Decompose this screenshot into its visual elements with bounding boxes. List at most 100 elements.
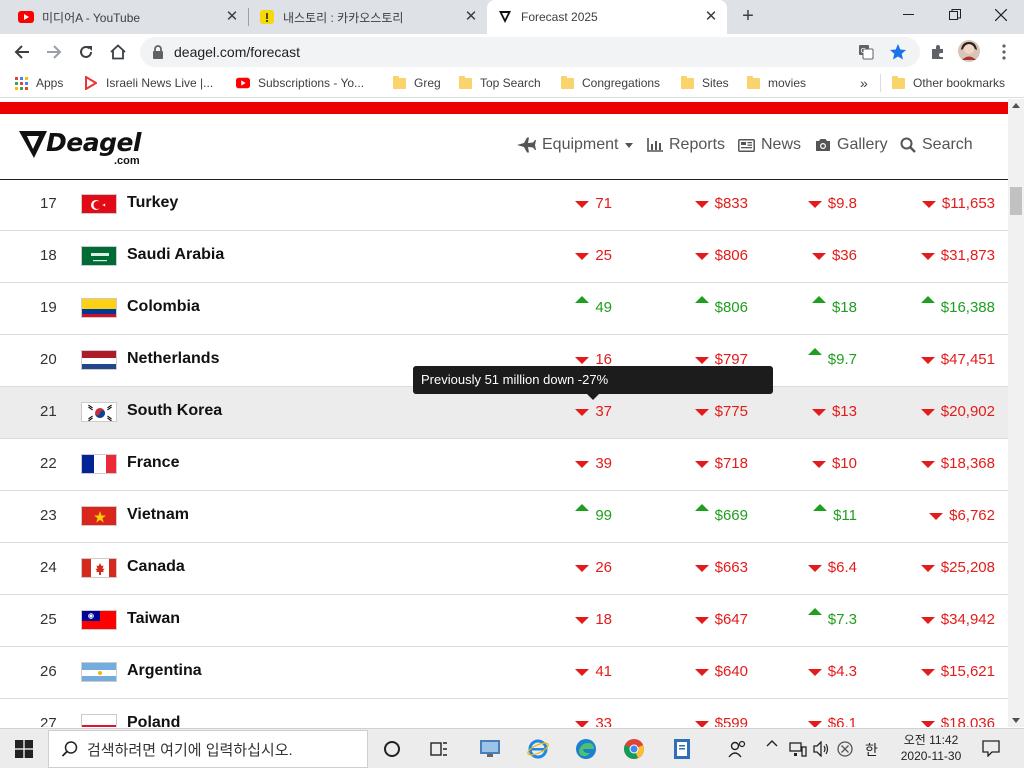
forecast-value[interactable]: $718 [694,455,748,472]
bookmark-folder-sites[interactable]: Sites [680,75,729,90]
bookmark-apps[interactable]: Apps [14,76,63,90]
forecast-value[interactable]: $25,208 [920,559,995,576]
chrome-menu-icon[interactable] [994,42,1014,62]
menu-equipment[interactable]: Equipment [516,136,633,154]
country-link[interactable]: Canada [127,558,185,576]
country-link[interactable]: South Korea [127,402,222,420]
forecast-value[interactable]: $6.1 [807,715,857,727]
table-row[interactable]: 24 Canada 26 $663 $6.4 $25,208 [0,543,1008,595]
tab-kakaostory[interactable]: 내스토리 : 카카오스토리 ✕ [249,0,487,34]
forecast-value[interactable]: $6,762 [929,507,995,524]
people-button[interactable] [724,735,752,763]
forecast-value[interactable]: $34,942 [920,611,995,628]
task-view-button[interactable] [426,735,454,763]
scroll-down-arrow[interactable] [1012,718,1020,723]
table-row[interactable]: 17 Turkey 71 $833 $9.8 $11,653 [0,179,1008,231]
network-icon[interactable] [789,741,807,757]
table-row[interactable]: 21 South Korea 37 $775 $13 $20,902 [0,387,1008,439]
tab-youtube[interactable]: 미디어A - YouTube ✕ [8,0,248,34]
taskbar-app-document[interactable] [668,735,696,763]
lock-icon[interactable] [152,45,164,64]
bookmark-star-icon[interactable] [888,42,908,62]
table-row[interactable]: 18 Saudi Arabia 25 $806 $36 $31,873 [0,231,1008,283]
table-row[interactable]: 26 Argentina 41 $640 $4.3 $15,621 [0,647,1008,699]
forecast-value[interactable]: 71 [575,195,612,212]
deagel-logo[interactable]: Deagel .com [18,129,142,167]
bookmark-folder-movies[interactable]: movies [746,75,806,90]
volume-icon[interactable] [813,741,831,757]
country-link[interactable]: Vietnam [127,506,189,524]
new-tab-button[interactable]: + [736,5,760,29]
menu-search[interactable]: Search [900,136,973,154]
forecast-value[interactable]: 18 [575,611,612,628]
forecast-value[interactable]: 99 [575,504,612,524]
forecast-value[interactable]: $11,653 [921,195,995,212]
forecast-value[interactable]: $9.8 [807,195,857,212]
back-button[interactable] [8,38,36,66]
address-bar[interactable]: deagel.com/forecast G [140,37,920,67]
minimize-button[interactable] [886,0,932,30]
taskbar-search-box[interactable]: 검색하려면 여기에 입력하십시오. [48,730,368,768]
bookmarks-overflow-button[interactable]: » [860,75,868,91]
extensions-icon[interactable] [928,42,948,62]
ime-indicator[interactable]: 한 [865,740,878,760]
forecast-value[interactable]: $6.4 [807,559,857,576]
forecast-value[interactable]: $775 [694,403,748,420]
table-row[interactable]: 23 Vietnam 99 $669 $11 $6,762 [0,491,1008,543]
bookmark-folder-top-search[interactable]: Top Search [458,75,541,90]
country-link[interactable]: Poland [127,714,180,727]
forecast-value[interactable]: $20,902 [920,403,995,420]
windows-start-button[interactable] [10,735,38,763]
forecast-value[interactable]: 41 [575,663,612,680]
bookmark-folder-greg[interactable]: Greg [392,75,441,90]
tab-forecast[interactable]: Forecast 2025 ✕ [487,0,727,34]
table-row[interactable]: 25 Taiwan 18 $647 $7.3 $34,942 [0,595,1008,647]
forecast-value[interactable]: 39 [575,455,612,472]
forward-button[interactable] [40,38,68,66]
profile-avatar[interactable] [958,40,980,62]
home-button[interactable] [104,38,132,66]
forecast-value[interactable]: $806 [694,247,748,264]
menu-gallery[interactable]: Gallery [815,136,888,154]
table-row[interactable]: 19 Colombia 49 $806 $18 $16,388 [0,283,1008,335]
forecast-value[interactable]: 26 [575,559,612,576]
restore-button[interactable] [932,0,978,30]
reload-button[interactable] [72,38,100,66]
forecast-value[interactable]: $669 [694,504,748,524]
country-link[interactable]: Netherlands [127,350,219,368]
forecast-value[interactable]: $7.3 [807,608,857,628]
forecast-value[interactable]: $18 [811,296,857,316]
notification-off-icon[interactable] [836,740,854,758]
close-tab-icon[interactable]: ✕ [463,9,479,25]
taskbar-internet-explorer[interactable] [524,735,552,763]
forecast-value[interactable]: $18,036 [920,715,995,727]
close-window-button[interactable] [978,0,1024,30]
cortana-button[interactable] [378,735,406,763]
forecast-value[interactable]: $16,388 [920,296,995,316]
scroll-up-arrow[interactable] [1012,103,1020,108]
table-row[interactable]: 22 France 39 $718 $10 $18,368 [0,439,1008,491]
scroll-thumb[interactable] [1010,187,1022,215]
taskbar-app-screen[interactable] [476,735,504,763]
tray-chevron-icon[interactable] [766,739,778,747]
forecast-value[interactable]: $663 [694,559,748,576]
country-link[interactable]: Turkey [127,194,178,212]
forecast-value[interactable]: $599 [694,715,748,727]
forecast-value[interactable]: 33 [575,715,612,727]
forecast-value[interactable]: 37 [575,403,612,420]
menu-reports[interactable]: Reports [647,136,725,154]
forecast-value[interactable]: $647 [694,611,748,628]
bookmark-folder-congregations[interactable]: Congregations [560,75,660,90]
bookmark-other-bookmarks[interactable]: Other bookmarks [891,75,1005,90]
forecast-value[interactable]: $640 [694,663,748,680]
forecast-value[interactable]: $833 [694,195,748,212]
forecast-value[interactable]: $15,621 [920,663,995,680]
forecast-value[interactable]: 49 [575,296,612,316]
forecast-value[interactable]: $806 [694,296,748,316]
forecast-value[interactable]: $4.3 [807,663,857,680]
bookmark-israeli-news[interactable]: Israeli News Live |... [84,76,213,90]
bookmark-subscriptions[interactable]: Subscriptions - Yo... [236,76,364,90]
forecast-value[interactable]: 25 [575,247,612,264]
forecast-value[interactable]: $47,451 [920,351,995,368]
taskbar-edge[interactable] [572,735,600,763]
